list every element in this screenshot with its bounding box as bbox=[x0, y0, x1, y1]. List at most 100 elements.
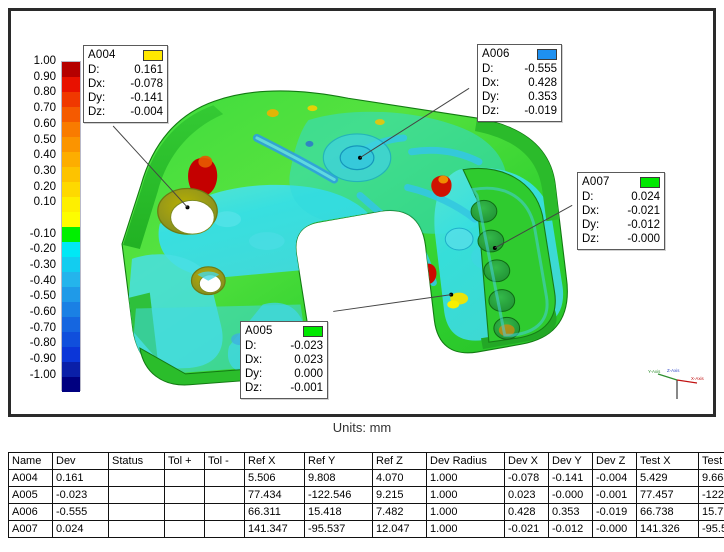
color-scale-tick-7: 0.30 bbox=[21, 164, 59, 180]
table-row[interactable]: A0070.024141.347-95.53712.0471.000-0.021… bbox=[9, 521, 724, 538]
table-cell-0-12: 5.429 bbox=[637, 470, 699, 487]
table-cell-0-2 bbox=[109, 470, 165, 487]
table-cell-2-10: 0.353 bbox=[549, 504, 593, 521]
color-scale-tick-label-15: -0.50 bbox=[30, 291, 59, 303]
table-cell-1-12: 77.457 bbox=[637, 487, 699, 504]
table-cell-2-11: -0.019 bbox=[593, 504, 637, 521]
color-scale-swatch-0 bbox=[62, 62, 80, 77]
table-col-header-ref-y[interactable]: Ref Y bbox=[305, 453, 373, 470]
table-col-header-dev[interactable]: Dev bbox=[53, 453, 109, 470]
table-col-header-tol-[interactable]: Tol + bbox=[165, 453, 205, 470]
callout-a004-dy-key: Dy: bbox=[88, 91, 105, 105]
color-scale-tick-label-4: 0.60 bbox=[34, 119, 59, 131]
table-cell-1-11: -0.001 bbox=[593, 487, 637, 504]
color-scale-swatch-11 bbox=[62, 227, 80, 242]
table-cell-2-13: 15.771 bbox=[699, 504, 724, 521]
callout-a005-dx-key: Dx: bbox=[245, 353, 262, 367]
color-scale-tick-label-8: 0.20 bbox=[34, 182, 59, 194]
table-cell-3-1: 0.024 bbox=[53, 521, 109, 538]
callout-a005[interactable]: A005 D:-0.023 Dx:0.023 Dy:0.000 Dz:-0.00… bbox=[240, 321, 328, 399]
color-scale-tick-6: 0.40 bbox=[21, 148, 59, 164]
color-scale-swatch-3 bbox=[62, 107, 80, 122]
table-col-header-status[interactable]: Status bbox=[109, 453, 165, 470]
callout-a006-dz-key: Dz: bbox=[482, 104, 499, 118]
table-col-header-tol-[interactable]: Tol - bbox=[205, 453, 245, 470]
3d-viewport[interactable]: 1.000.900.800.700.600.500.400.300.200.10… bbox=[8, 8, 716, 417]
table-col-header-test-x[interactable]: Test X bbox=[637, 453, 699, 470]
table-cell-1-2 bbox=[109, 487, 165, 504]
table-cell-0-11: -0.004 bbox=[593, 470, 637, 487]
table-cell-0-4 bbox=[205, 470, 245, 487]
callout-a006[interactable]: A006 D:-0.555 Dx:0.428 Dy:0.353 Dz:-0.01… bbox=[477, 44, 562, 122]
color-scale-tick-label-9: 0.10 bbox=[34, 197, 59, 209]
color-scale-tick-label-1: 0.90 bbox=[34, 72, 59, 84]
table-cell-3-13: -95.549 bbox=[699, 521, 724, 538]
callout-a006-dx-value: 0.428 bbox=[528, 76, 557, 90]
color-scale-tick-label-6: 0.40 bbox=[34, 150, 59, 162]
callout-a007-d-key: D: bbox=[582, 190, 594, 204]
color-scale-swatch-2 bbox=[62, 92, 80, 107]
color-scale-tick-14: -0.40 bbox=[21, 274, 59, 290]
color-scale-tick-label-18: -0.80 bbox=[30, 338, 59, 350]
callout-a004-dx-key: Dx: bbox=[88, 77, 105, 91]
table-cell-1-3 bbox=[165, 487, 205, 504]
color-scale-swatch-8 bbox=[62, 182, 80, 197]
table-cell-3-6: -95.537 bbox=[305, 521, 373, 538]
table-cell-2-6: 15.418 bbox=[305, 504, 373, 521]
table-cell-2-1: -0.555 bbox=[53, 504, 109, 521]
callout-a004-dy-value: -0.141 bbox=[130, 91, 163, 105]
inspection-report-page: 1.000.900.800.700.600.500.400.300.200.10… bbox=[0, 0, 724, 552]
table-row[interactable]: A005-0.02377.434-122.5469.2151.0000.023-… bbox=[9, 487, 724, 504]
table-col-header-dev-z[interactable]: Dev Z bbox=[593, 453, 637, 470]
table-row[interactable]: A0040.1615.5069.8084.0701.000-0.078-0.14… bbox=[9, 470, 724, 487]
callout-a006-dy-key: Dy: bbox=[482, 90, 499, 104]
callout-a004-dz-key: Dz: bbox=[88, 105, 105, 119]
color-scale-tick-18: -0.80 bbox=[21, 336, 59, 352]
color-scale-tick-13: -0.30 bbox=[21, 258, 59, 274]
color-scale-tick-label-7: 0.30 bbox=[34, 166, 59, 178]
color-scale-swatch-13 bbox=[62, 257, 80, 272]
table-cell-0-1: 0.161 bbox=[53, 470, 109, 487]
table-col-header-name[interactable]: Name bbox=[9, 453, 53, 470]
table-cell-0-0: A004 bbox=[9, 470, 53, 487]
callout-a004-dx-value: -0.078 bbox=[130, 77, 163, 91]
table-cell-1-13: -122.546 bbox=[699, 487, 724, 504]
callout-a004[interactable]: A004 D:0.161 Dx:-0.078 Dy:-0.141 Dz:-0.0… bbox=[83, 45, 168, 123]
table-col-header-dev-x[interactable]: Dev X bbox=[505, 453, 549, 470]
table-row[interactable]: A006-0.55566.31115.4187.4821.0000.4280.3… bbox=[9, 504, 724, 521]
color-scale-tick-label-0: 1.00 bbox=[34, 56, 59, 68]
table-col-header-ref-x[interactable]: Ref X bbox=[245, 453, 305, 470]
table-col-header-dev-y[interactable]: Dev Y bbox=[549, 453, 593, 470]
table-cell-0-6: 9.808 bbox=[305, 470, 373, 487]
callout-a005-dx-value: 0.023 bbox=[294, 353, 323, 367]
table-cell-1-10: -0.000 bbox=[549, 487, 593, 504]
table-cell-0-13: 9.668 bbox=[699, 470, 724, 487]
color-scale-swatch-19 bbox=[62, 347, 80, 362]
table-cell-0-7: 4.070 bbox=[373, 470, 427, 487]
table-col-header-ref-z[interactable]: Ref Z bbox=[373, 453, 427, 470]
color-scale-tick-label-14: -0.40 bbox=[30, 276, 59, 288]
callout-a007-name: A007 bbox=[582, 175, 610, 189]
callout-a007[interactable]: A007 D:0.024 Dx:-0.021 Dy:-0.012 Dz:-0.0… bbox=[577, 172, 665, 250]
table-cell-0-8: 1.000 bbox=[427, 470, 505, 487]
callout-a005-d-key: D: bbox=[245, 339, 257, 353]
table-header-row: NameDevStatusTol +Tol -Ref XRef YRef ZDe… bbox=[9, 453, 724, 470]
color-scale-tick-15: -0.50 bbox=[21, 289, 59, 305]
color-scale-tick-label-20: -1.00 bbox=[30, 370, 59, 382]
triad-z-label: Z-Axis bbox=[667, 368, 680, 373]
coordinate-axis-triad: Y-Axis Z-Axis X-Axis bbox=[647, 366, 705, 408]
table-cell-2-3 bbox=[165, 504, 205, 521]
color-scale-tick-2: 0.80 bbox=[21, 85, 59, 101]
table-cell-3-11: -0.000 bbox=[593, 521, 637, 538]
color-scale-swatch-4 bbox=[62, 122, 80, 137]
table-cell-0-5: 5.506 bbox=[245, 470, 305, 487]
callout-a005-dy-value: 0.000 bbox=[294, 367, 323, 381]
color-scale-tick-0: 1.00 bbox=[21, 54, 59, 70]
table-cell-2-0: A006 bbox=[9, 504, 53, 521]
callout-a004-dz-value: -0.004 bbox=[130, 105, 163, 119]
table-col-header-test-y[interactable]: Test Y bbox=[699, 453, 724, 470]
color-scale-swatch-20 bbox=[62, 362, 80, 377]
table-col-header-dev-radius[interactable]: Dev Radius bbox=[427, 453, 505, 470]
color-scale-swatch-17 bbox=[62, 317, 80, 332]
color-scale-tick-5: 0.50 bbox=[21, 132, 59, 148]
